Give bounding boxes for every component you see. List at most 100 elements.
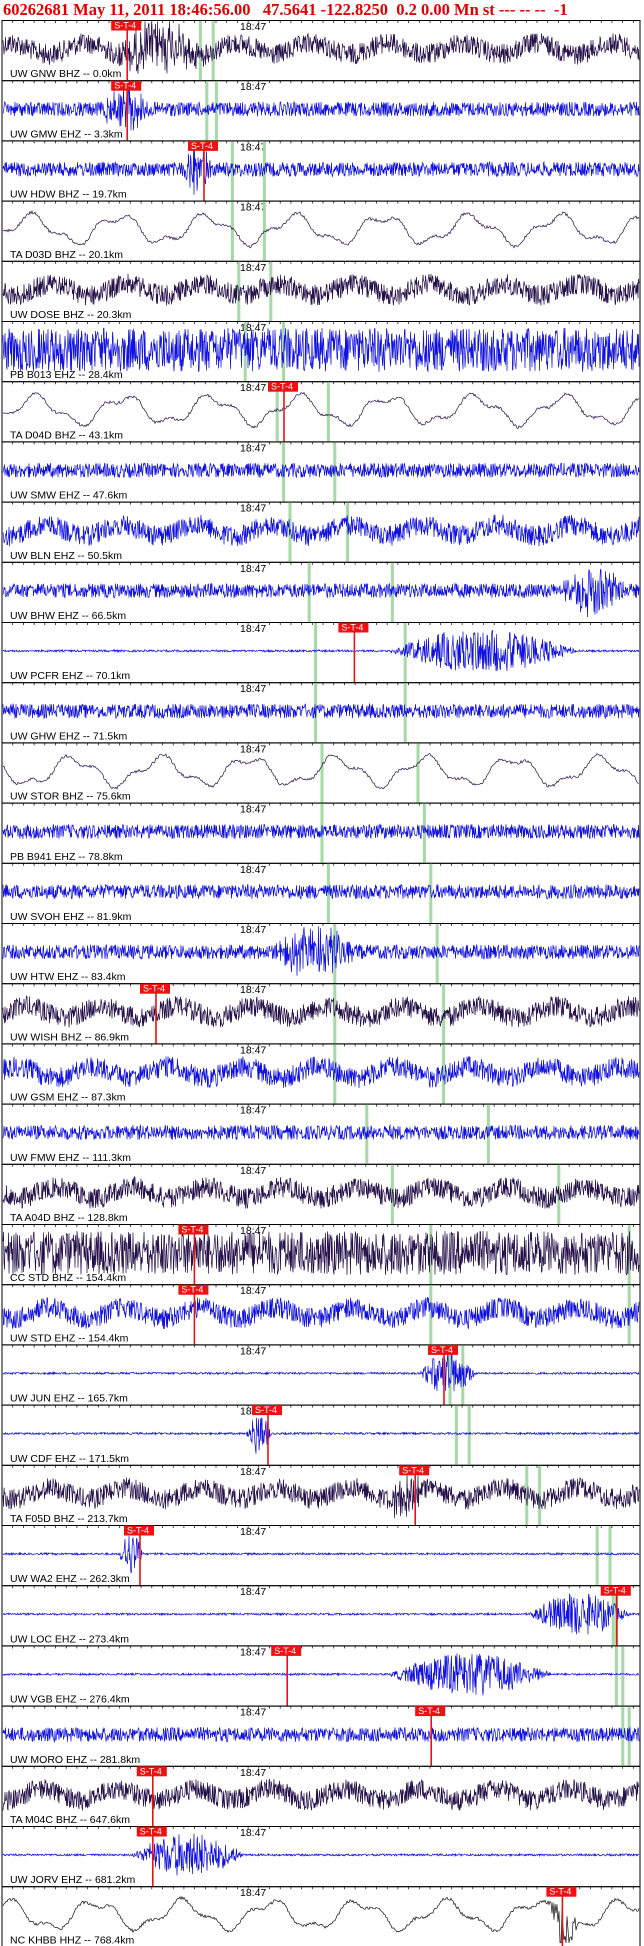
time-tick-label: 18:47 — [240, 1225, 266, 1237]
time-tick-label: 18:47 — [240, 81, 266, 93]
station-label-10: UW BHW EHZ -- 66.5km — [10, 610, 126, 622]
station-label-23: UW JUN EHZ -- 165.7km — [10, 1393, 128, 1405]
time-tick-label: 18:47 — [240, 1827, 266, 1839]
time-tick-label: 18:47 — [240, 1586, 266, 1598]
station-label-6: PB B013 EHZ -- 28.4km — [10, 369, 123, 381]
pick-label: S-T-4 — [431, 1345, 453, 1355]
time-tick-label: 18:47 — [240, 1466, 266, 1478]
time-tick-label: 18:47 — [240, 864, 266, 876]
station-label-32: NC KHBB HHZ -- 768.4km — [10, 1934, 135, 1946]
s-arrival-marker — [422, 803, 426, 863]
station-label-31: UW JORV EHZ -- 681.2km — [10, 1874, 135, 1886]
station-label-5: UW DOSE BHZ -- 20.3km — [10, 309, 132, 321]
station-label-22: UW STD EHZ -- 154.4km — [10, 1332, 129, 1344]
time-tick-label: 18:47 — [240, 984, 266, 996]
station-label-19: UW FMW EHZ -- 111.3km — [10, 1152, 131, 1164]
time-tick-label: 18:47 — [240, 202, 266, 214]
s-arrival-marker — [467, 1405, 471, 1465]
waveform-trace — [2, 1296, 640, 1330]
time-tick-label: 18:47 — [240, 1285, 266, 1297]
station-label-4: TA D03D BHZ -- 20.1km — [10, 249, 123, 261]
pick-label: S-T-4 — [255, 1405, 277, 1415]
time-tick-label: 18:47 — [240, 1767, 266, 1779]
time-tick-label: 18:47 — [240, 1044, 266, 1056]
s-arrival-marker — [326, 382, 330, 442]
station-label-12: UW GHW EHZ -- 71.5km — [10, 730, 128, 742]
pick-label: S-T-4 — [402, 1465, 424, 1475]
event-lon: -122.8250 — [320, 0, 389, 19]
waveform-trace — [2, 273, 640, 306]
event-id: 60262681 — [3, 0, 69, 19]
station-label-25: TA F05D BHZ -- 213.7km — [10, 1513, 128, 1525]
time-tick-label: 18:47 — [240, 1526, 266, 1538]
pick-label: S-T-4 — [271, 382, 293, 392]
time-tick-label: 18:47 — [240, 924, 266, 936]
station-label-13: UW STOR BHZ -- 75.6km — [10, 791, 131, 803]
event-magnitude: 0.00 — [421, 0, 450, 19]
s-arrival-marker — [621, 1646, 625, 1706]
time-tick-label: 18:47 — [240, 623, 266, 635]
time-tick-label: 18:47 — [240, 1105, 266, 1117]
waveform-trace — [2, 514, 640, 547]
station-label-21: CC STD BHZ -- 154.4km — [10, 1272, 126, 1284]
waveform-trace — [2, 883, 640, 900]
magnitude-type: Mn — [454, 0, 479, 19]
s-arrival-marker — [320, 743, 324, 803]
time-tick-label: 18:47 — [240, 743, 266, 755]
s-arrival-marker — [614, 1646, 618, 1706]
pick-label: S-T-4 — [191, 141, 213, 151]
waveform-trace — [2, 1778, 640, 1811]
pick-label: S-T-4 — [114, 21, 136, 31]
time-tick-label: 18:47 — [240, 683, 266, 695]
station-label-28: UW VGB EHZ -- 276.4km — [10, 1694, 130, 1706]
station-label-7: TA D04D BHZ -- 43.1km — [10, 429, 123, 441]
waveform-trace — [2, 86, 640, 131]
time-tick-label: 18:47 — [240, 1707, 266, 1719]
waveform-trace — [2, 1653, 639, 1696]
waveform-trace — [2, 1417, 640, 1454]
s-arrival-marker — [211, 21, 215, 81]
station-label-24: UW CDF EHZ -- 171.5km — [10, 1453, 129, 1465]
pick-label: S-T-4 — [140, 1766, 162, 1776]
pick-label: S-T-4 — [341, 623, 363, 633]
station-label-8: UW SMW EHZ -- 47.6km — [10, 490, 128, 502]
waveform-trace — [2, 1726, 640, 1743]
event-time: 18:46:56.00 — [169, 0, 251, 19]
waveform-trace — [2, 1473, 640, 1519]
s-arrival-marker — [595, 1526, 599, 1586]
time-tick-label: 18:47 — [240, 503, 266, 515]
time-tick-label: 18:47 — [240, 1165, 266, 1177]
station-label-14: PB B941 EHZ -- 78.8km — [10, 851, 123, 863]
waveform-trace — [2, 995, 640, 1028]
waveform-trace — [2, 210, 640, 249]
station-label-2: UW GMW EHZ -- 3.3km — [10, 128, 123, 140]
waveform-trace — [2, 1350, 640, 1392]
time-tick-label: 18:47 — [240, 1345, 266, 1357]
waveform-trace — [2, 1593, 640, 1635]
time-tick-label: 18:47 — [240, 563, 266, 575]
pick-label: S-T-4 — [274, 1646, 296, 1656]
station-label-11: UW PCFR EHZ -- 70.1km — [10, 670, 130, 682]
waveform-trace — [2, 21, 640, 74]
s-arrival-marker — [416, 743, 420, 803]
station-label-20: TA A04D BHZ -- 128.8km — [10, 1212, 128, 1224]
event-depth: 0.2 — [396, 0, 417, 19]
pick-label: S-T-4 — [127, 1526, 149, 1536]
waveform-trace — [2, 1833, 640, 1876]
station-label-9: UW BLN EHZ -- 50.5km — [10, 550, 122, 562]
s-arrival-marker — [320, 803, 324, 863]
s-arrival-marker — [230, 201, 234, 261]
waveform-trace — [2, 327, 640, 373]
waveform-trace — [2, 926, 640, 976]
pick-label: S-T-4 — [143, 984, 165, 994]
time-tick-label: 18:47 — [240, 382, 266, 394]
event-date: May 11, 2011 — [73, 0, 166, 19]
waveform-trace — [2, 702, 640, 720]
s-arrival-marker — [454, 1405, 458, 1465]
waveform-trace — [2, 462, 640, 479]
waveform-trace — [2, 1230, 640, 1276]
waveform-trace — [2, 629, 640, 672]
s-arrival-marker — [314, 623, 318, 683]
event-extra: st --- -- -- -1 — [482, 0, 568, 19]
time-tick-label: 18:47 — [240, 262, 266, 274]
